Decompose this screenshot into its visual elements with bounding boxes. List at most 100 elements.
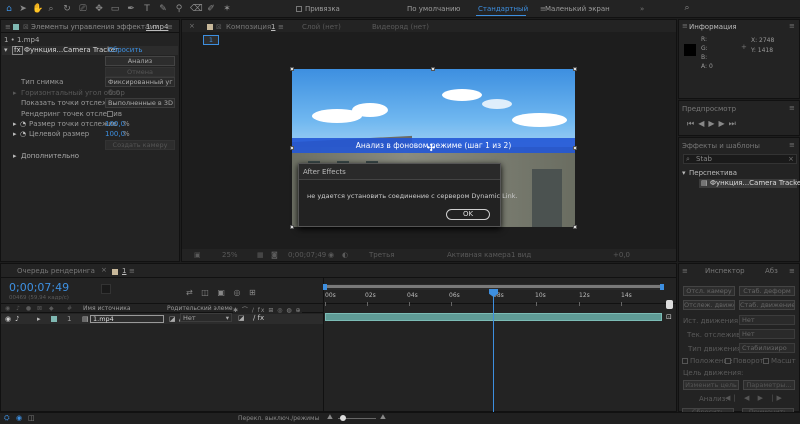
- advanced-arrow-icon[interactable]: ▸: [13, 152, 17, 160]
- puppet-tool-icon[interactable]: ✶: [222, 4, 232, 14]
- composition-tab-title[interactable]: Композиция: [226, 23, 271, 31]
- render-queue-tab[interactable]: Очередь рендеринга: [17, 267, 95, 275]
- layer-handle[interactable]: [573, 146, 577, 150]
- resolution-icon[interactable]: ▦: [257, 251, 264, 259]
- reset-link[interactable]: Сбросить: [108, 46, 143, 54]
- timeline-switches-icons[interactable]: ⇄ ◫ ▣ ◎ ⊞: [186, 288, 259, 297]
- ok-button[interactable]: OK: [446, 209, 490, 220]
- panel-options-icon[interactable]: ≡: [167, 23, 173, 31]
- target-size-arrow-icon[interactable]: ▸: [13, 130, 17, 138]
- preview-panel-title[interactable]: Предпросмотр: [682, 105, 736, 113]
- quality-dropdown[interactable]: Третья: [369, 251, 394, 259]
- stopwatch-icon[interactable]: ◔: [20, 130, 26, 138]
- visibility-eye-icon[interactable]: ◉: [5, 315, 11, 323]
- effect-controls-tab-file[interactable]: 1.mp4: [146, 23, 168, 31]
- layer-viewer-tab[interactable]: Слой (нет): [302, 23, 341, 31]
- layer-handle[interactable]: [573, 225, 577, 229]
- panel-menu-icon[interactable]: ≡: [5, 23, 11, 31]
- search-icon[interactable]: ⌕: [682, 3, 692, 13]
- zoom-in-icon[interactable]: ⛰: [380, 413, 386, 422]
- panel-options-icon[interactable]: ≡: [789, 141, 795, 149]
- active-camera-dropdown[interactable]: Активная камера: [447, 251, 511, 259]
- panel-menu-icon[interactable]: ≡: [682, 22, 688, 30]
- playback-controls[interactable]: ⏮◀▶▶⏭: [687, 119, 740, 129]
- workspace-standard[interactable]: Стандартный: [478, 5, 528, 13]
- snap-checkbox[interactable]: [296, 6, 302, 12]
- work-area-start-handle[interactable]: [323, 284, 327, 290]
- panel-options-icon[interactable]: ≡: [789, 22, 795, 30]
- render-time-icon[interactable]: ⛭: [4, 414, 10, 423]
- close-tab-icon[interactable]: ×: [189, 22, 195, 30]
- parent-column-header[interactable]: Родительский элемент: [167, 305, 240, 312]
- effects-item-row[interactable]: ▤ Функция...Camera Tracker: [699, 179, 800, 188]
- position-checkbox[interactable]: [682, 358, 688, 364]
- mask-tool-icon[interactable]: ▭: [110, 4, 120, 14]
- footage-viewer-tab[interactable]: Видеоряд (нет): [372, 23, 429, 31]
- workspace-small-screen[interactable]: Маленький экран: [545, 5, 610, 13]
- zoom-tool-icon[interactable]: ⌕: [46, 4, 56, 14]
- camera-tool-icon[interactable]: ⎚: [78, 4, 88, 14]
- frame-blend-icon[interactable]: ◉: [16, 414, 22, 422]
- current-track-dropdown[interactable]: Нет: [739, 329, 795, 339]
- effects-search-field[interactable]: ⌕ Stab ×: [683, 154, 797, 164]
- layer-name[interactable]: 1.mp4: [90, 315, 164, 323]
- viewer-timecode[interactable]: 0;00;07;49: [288, 251, 326, 259]
- zoom-out-icon[interactable]: ⛰: [327, 413, 333, 422]
- fx-switch-icon[interactable]: ∕ fx: [253, 314, 264, 322]
- pan-tool-icon[interactable]: ✥: [94, 4, 104, 14]
- snapshot-icon[interactable]: ◉: [328, 251, 334, 259]
- layer-switch-icon[interactable]: ◪: [169, 315, 176, 323]
- layer-expand-arrow-icon[interactable]: ▸: [37, 315, 41, 323]
- current-time-indicator[interactable]: [493, 289, 494, 415]
- panel-options-icon[interactable]: ≡: [278, 23, 284, 31]
- paragraph-tab[interactable]: Абз: [765, 267, 778, 275]
- pen-tool-icon[interactable]: ✒: [126, 4, 136, 14]
- panel-options-icon[interactable]: ≡: [789, 267, 795, 275]
- info-panel-title[interactable]: Информация: [689, 23, 737, 31]
- stopwatch-icon[interactable]: ◔: [20, 120, 26, 128]
- layer-label-color[interactable]: [51, 316, 57, 322]
- timeline-timecode[interactable]: 0;00;07;49: [9, 281, 69, 294]
- camera-snapshot-icon[interactable]: ◙: [271, 251, 278, 259]
- zoom-dropdown[interactable]: 25%: [222, 251, 238, 259]
- toggle-switches-modes[interactable]: Перекл. выключ./режимы: [238, 415, 319, 422]
- comp-marker-icon[interactable]: [666, 300, 673, 309]
- composition-tab-file[interactable]: 1: [271, 23, 275, 31]
- horiz-angle-arrow-icon[interactable]: ▸: [13, 89, 17, 97]
- tracker-tab[interactable]: Инспектор: [705, 267, 745, 275]
- dialog-title-bar[interactable]: After Effects: [299, 164, 500, 180]
- work-area-end-handle[interactable]: [660, 284, 664, 290]
- brush-tool-icon[interactable]: ✎: [158, 4, 168, 14]
- comp-subtab[interactable]: 1: [203, 35, 219, 45]
- audio-icon[interactable]: ♪: [15, 315, 19, 323]
- layer-handle[interactable]: [290, 146, 294, 150]
- effect-name[interactable]: Функция...Camera Tracker: [24, 46, 118, 54]
- lock-icon[interactable]: ⊠: [216, 23, 222, 31]
- expand-panel-icon[interactable]: ◫: [28, 414, 35, 422]
- expand-arrow-icon[interactable]: ▾: [4, 46, 8, 54]
- clear-search-icon[interactable]: ×: [788, 155, 794, 163]
- panel-options-icon[interactable]: ≡: [789, 104, 795, 112]
- analyze-button[interactable]: Анализ: [105, 56, 175, 66]
- render-points-checkbox[interactable]: [107, 111, 113, 117]
- collapse-arrow-icon[interactable]: ▾: [682, 169, 686, 177]
- offset-value[interactable]: +0,0: [613, 251, 630, 259]
- layer-row[interactable]: ◉ ♪ ▸ 1 ▤ 1.mp4 ◪ ∕ fx ◎: [1, 314, 323, 324]
- track-camera-button[interactable]: Отсл. камеру: [683, 286, 735, 296]
- eraser-tool-icon[interactable]: ⌫: [190, 4, 203, 14]
- show-points-dropdown[interactable]: Выполненные в 3D ▾: [105, 98, 175, 108]
- fx-icon[interactable]: fx: [12, 46, 23, 55]
- stabilize-motion-button[interactable]: Стаб. движение: [739, 300, 795, 310]
- effects-presets-title[interactable]: Эффекты и шаблоны: [682, 142, 760, 150]
- edit-target-button[interactable]: Изменить цель: [683, 380, 739, 390]
- create-camera-button[interactable]: Создать камеру: [105, 140, 175, 150]
- advanced-label[interactable]: Дополнительно: [21, 152, 79, 160]
- layer-switch-icon[interactable]: ◪: [238, 314, 245, 322]
- category-perspective[interactable]: Перспектива: [689, 169, 737, 177]
- close-tab-icon[interactable]: ×: [101, 266, 107, 274]
- layer-handle[interactable]: [431, 67, 435, 71]
- layer-handle[interactable]: [290, 67, 294, 71]
- panel-options-icon[interactable]: ≡: [129, 267, 135, 275]
- scale-checkbox[interactable]: [763, 358, 769, 364]
- track-motion-button[interactable]: Отслеж. движен: [683, 300, 735, 310]
